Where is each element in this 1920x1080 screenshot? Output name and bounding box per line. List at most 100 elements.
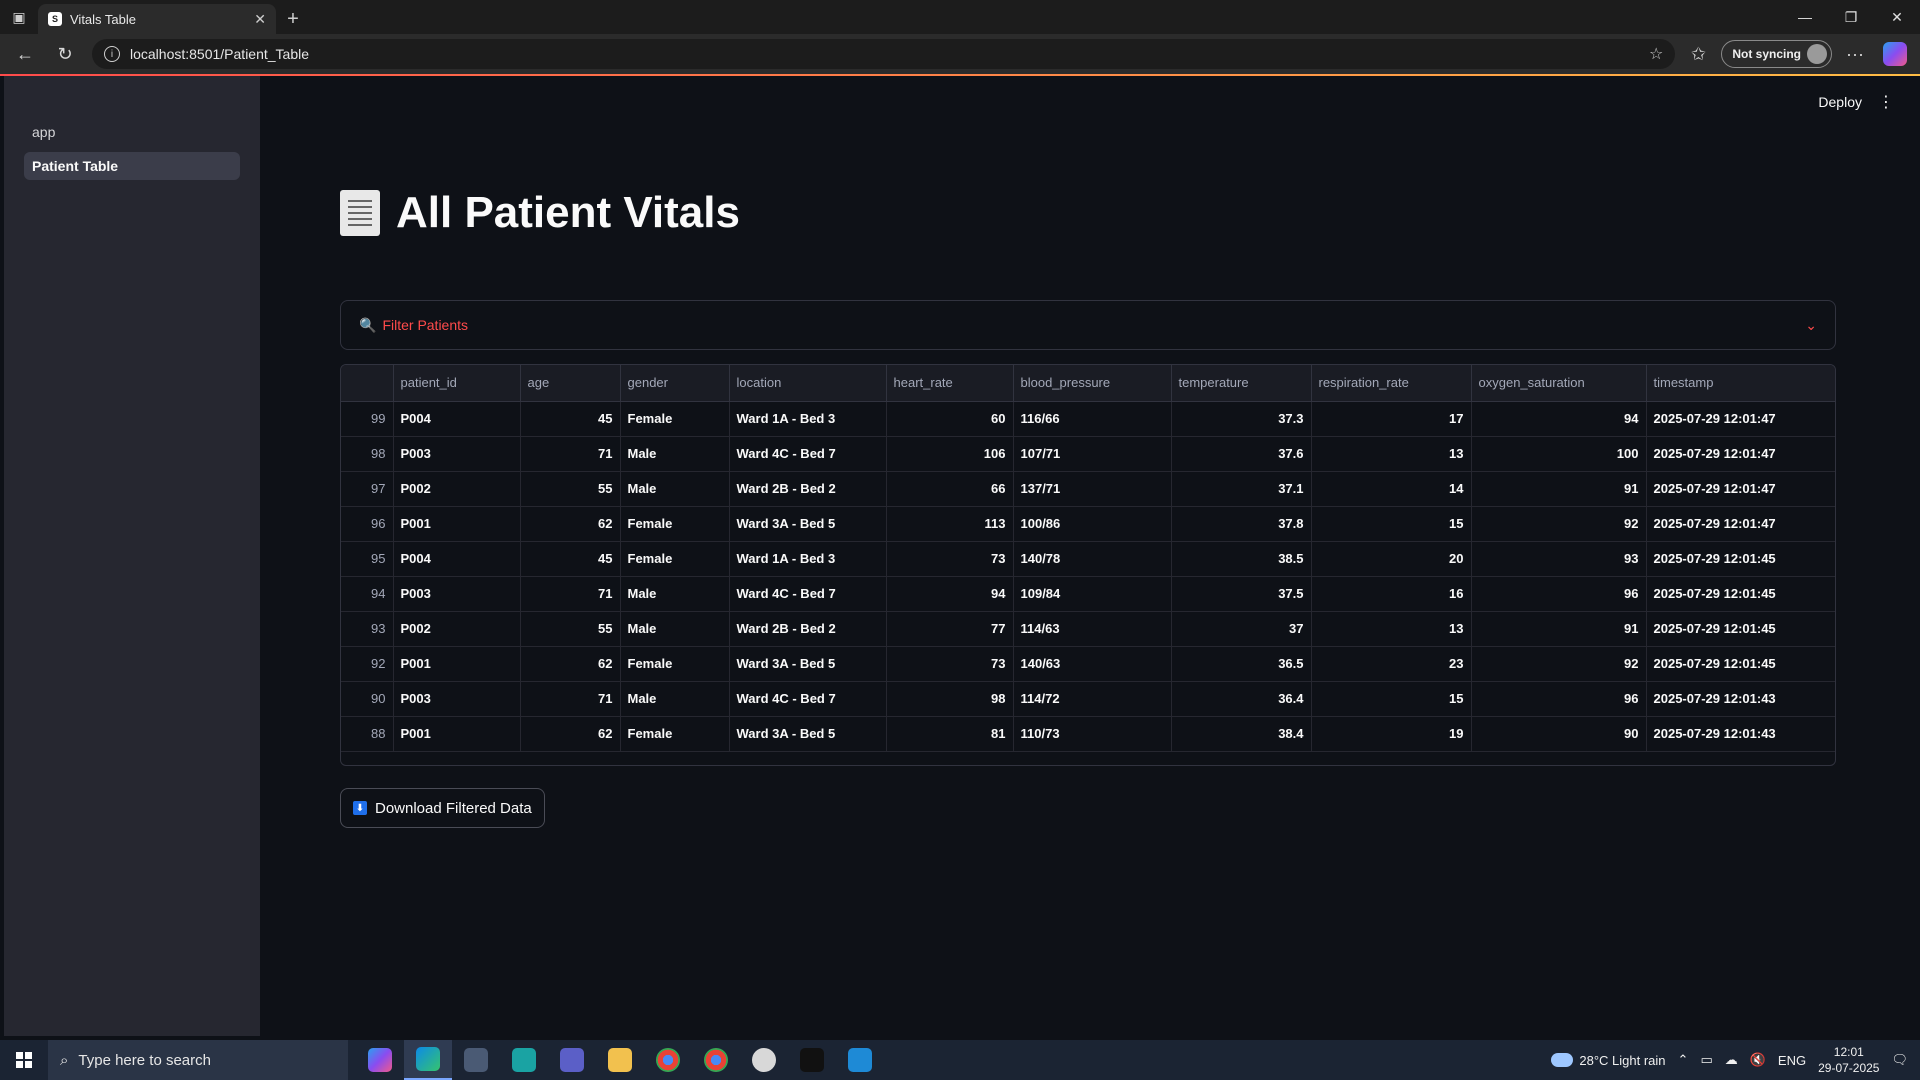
table-cell[interactable]: 93 [1471, 541, 1647, 577]
favorites-icon[interactable]: ✩ [1681, 38, 1715, 70]
clock[interactable]: 12:01 29-07-2025 [1818, 1044, 1879, 1076]
table-row[interactable]: 90 P003 71 Male Ward 4C - Bed 7 98 114/72 36.4 1… [341, 681, 1835, 717]
favorite-star-icon[interactable]: ☆ [1649, 44, 1663, 64]
column-header-respiration-rate[interactable]: respiration_rate [1311, 365, 1472, 402]
taskbar-teams-icon[interactable] [548, 1040, 596, 1080]
table-cell[interactable]: 71 [520, 681, 621, 717]
table-cell[interactable]: Female [620, 401, 730, 437]
table-cell[interactable]: 114/63 [1013, 611, 1172, 647]
taskbar-vscode-icon[interactable] [836, 1040, 884, 1080]
more-options-icon[interactable]: ··· [1838, 38, 1872, 70]
table-cell[interactable]: P001 [393, 506, 521, 542]
table-cell[interactable]: 55 [520, 611, 621, 647]
table-cell[interactable]: 106 [886, 436, 1014, 472]
table-cell[interactable]: P004 [393, 541, 521, 577]
table-cell[interactable]: Male [620, 611, 730, 647]
taskbar-edge-icon[interactable] [404, 1040, 452, 1080]
table-cell[interactable]: 37.6 [1171, 436, 1312, 472]
table-cell[interactable]: 77 [886, 611, 1014, 647]
table-cell[interactable]: 94 [1471, 401, 1647, 437]
table-cell[interactable]: 55 [520, 471, 621, 507]
table-cell[interactable]: 73 [886, 541, 1014, 577]
minimize-icon[interactable]: — [1782, 0, 1828, 34]
download-filtered-data-button[interactable]: ⬇ Download Filtered Data [340, 788, 545, 828]
table-cell[interactable]: P003 [393, 436, 521, 472]
table-cell[interactable]: P001 [393, 716, 521, 752]
table-cell[interactable]: 38.5 [1171, 541, 1312, 577]
table-cell[interactable]: Female [620, 646, 730, 682]
table-cell[interactable]: Ward 4C - Bed 7 [729, 436, 887, 472]
table-cell[interactable]: 2025-07-29 12:01:47 [1646, 506, 1835, 542]
table-cell[interactable]: 92 [341, 646, 394, 682]
table-cell[interactable]: 2025-07-29 12:01:47 [1646, 471, 1835, 507]
column-header-patient-id[interactable]: patient_id [393, 365, 521, 402]
sidebar-item-app[interactable]: app [24, 118, 240, 146]
table-cell[interactable]: 36.4 [1171, 681, 1312, 717]
table-cell[interactable]: 37 [1171, 611, 1312, 647]
table-cell[interactable]: Female [620, 541, 730, 577]
table-cell[interactable]: 81 [886, 716, 1014, 752]
table-row[interactable]: 94 P003 71 Male Ward 4C - Bed 7 94 109/84 37.5 1… [341, 576, 1835, 612]
profile-sync-button[interactable]: Not syncing [1721, 40, 1832, 68]
url-field[interactable]: i localhost:8501/Patient_Table ☆ [92, 39, 1676, 69]
weather-widget[interactable]: 28°C Light rain [1551, 1053, 1666, 1068]
column-header-index[interactable] [341, 365, 394, 402]
taskbar-copilot-icon[interactable] [356, 1040, 404, 1080]
table-cell[interactable]: 73 [886, 646, 1014, 682]
column-header-location[interactable]: location [729, 365, 887, 402]
table-cell[interactable]: 20 [1311, 541, 1472, 577]
volume-muted-icon[interactable]: 🔇 [1750, 1052, 1766, 1068]
table-cell[interactable]: 100 [1471, 436, 1647, 472]
table-cell[interactable]: 99 [341, 401, 394, 437]
site-info-icon[interactable]: i [104, 46, 120, 62]
table-cell[interactable]: 96 [1471, 576, 1647, 612]
table-row[interactable]: 92 P001 62 Female Ward 3A - Bed 5 73 140/63 36.… [341, 646, 1835, 682]
table-cell[interactable]: 88 [341, 716, 394, 752]
table-cell[interactable]: 13 [1311, 611, 1472, 647]
table-cell[interactable]: 23 [1311, 646, 1472, 682]
table-cell[interactable]: 137/71 [1013, 471, 1172, 507]
table-cell[interactable]: 116/66 [1013, 401, 1172, 437]
table-cell[interactable]: Ward 1A - Bed 3 [729, 541, 887, 577]
table-cell[interactable]: 98 [341, 436, 394, 472]
table-row[interactable]: 99 P004 45 Female Ward 1A - Bed 3 60 116/66 37.… [341, 401, 1835, 437]
column-header-heart-rate[interactable]: heart_rate [886, 365, 1014, 402]
taskbar-search[interactable]: ⌕ Type here to search [48, 1040, 348, 1080]
table-cell[interactable]: 110/73 [1013, 716, 1172, 752]
table-cell[interactable]: 109/84 [1013, 576, 1172, 612]
table-cell[interactable]: Ward 4C - Bed 7 [729, 576, 887, 612]
table-row[interactable]: 95 P004 45 Female Ward 1A - Bed 3 73 140/78 38.… [341, 541, 1835, 577]
table-cell[interactable]: 45 [520, 541, 621, 577]
sidebar-item-patient-table[interactable]: Patient Table [24, 152, 240, 180]
table-cell[interactable]: P001 [393, 646, 521, 682]
column-header-blood-pressure[interactable]: blood_pressure [1013, 365, 1172, 402]
table-cell[interactable]: P003 [393, 576, 521, 612]
back-icon[interactable]: ← [8, 38, 42, 70]
table-cell[interactable]: 37.1 [1171, 471, 1312, 507]
table-cell[interactable]: Ward 2B - Bed 2 [729, 471, 887, 507]
taskbar-chrome-icon[interactable] [644, 1040, 692, 1080]
table-cell[interactable]: 36.5 [1171, 646, 1312, 682]
column-header-timestamp[interactable]: timestamp [1646, 365, 1835, 402]
table-cell[interactable]: P002 [393, 611, 521, 647]
column-header-gender[interactable]: gender [620, 365, 730, 402]
table-cell[interactable]: 71 [520, 436, 621, 472]
main-menu-icon[interactable]: ⋮ [1878, 92, 1894, 112]
table-cell[interactable]: 94 [886, 576, 1014, 612]
filter-expander[interactable]: 🔍 Filter Patients ⌄ [340, 300, 1836, 350]
table-cell[interactable]: 45 [520, 401, 621, 437]
table-cell[interactable]: 14 [1311, 471, 1472, 507]
table-cell[interactable]: Ward 1A - Bed 3 [729, 401, 887, 437]
table-row[interactable]: 88 P001 62 Female Ward 3A - Bed 5 81 110/73 38.… [341, 716, 1835, 752]
table-cell[interactable]: 107/71 [1013, 436, 1172, 472]
taskbar-clock-app-icon[interactable] [500, 1040, 548, 1080]
column-header-temperature[interactable]: temperature [1171, 365, 1312, 402]
table-cell[interactable]: 2025-07-29 12:01:45 [1646, 611, 1835, 647]
table-cell[interactable]: 98 [886, 681, 1014, 717]
table-cell[interactable]: 2025-07-29 12:01:43 [1646, 716, 1835, 752]
table-row[interactable]: 97 P002 55 Male Ward 2B - Bed 2 66 137/71 37.1 1… [341, 471, 1835, 507]
table-cell[interactable]: P002 [393, 471, 521, 507]
language-indicator[interactable]: ENG [1778, 1053, 1806, 1068]
table-cell[interactable]: 140/63 [1013, 646, 1172, 682]
table-cell[interactable]: Ward 3A - Bed 5 [729, 506, 887, 542]
